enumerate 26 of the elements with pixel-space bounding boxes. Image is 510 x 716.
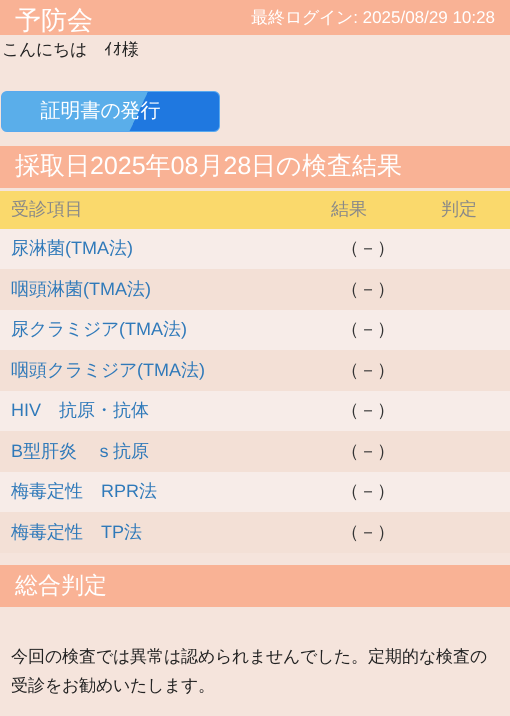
test-result: （－） bbox=[341, 358, 395, 382]
column-header: 結果 bbox=[331, 198, 368, 221]
test-result: （－） bbox=[341, 318, 395, 342]
summary-title: 総合判定 bbox=[15, 571, 107, 600]
test-item: 梅毒定性 RPR法 bbox=[11, 480, 158, 504]
test-item: 尿クラミジア(TMA法) bbox=[11, 318, 188, 342]
test-item: 咽頭クラミジア(TMA法) bbox=[11, 358, 206, 382]
test-result: （－） bbox=[341, 399, 395, 422]
test-result: （－） bbox=[341, 237, 395, 260]
test-item: 咽頭淋菌(TMA法) bbox=[11, 278, 152, 301]
column-header: 判定 bbox=[441, 198, 477, 221]
test-item: 梅毒定性 TP法 bbox=[11, 520, 144, 544]
test-item: HIV 抗原・抗体 bbox=[11, 399, 150, 422]
test-result: （－） bbox=[341, 440, 395, 463]
app-title: 予防会 bbox=[15, 5, 93, 35]
greeting-text: こんにちは ｲｵ様 bbox=[1, 39, 140, 61]
test-item: 尿淋菌(TMA法) bbox=[11, 237, 134, 260]
results-title: 採取日2025年08月28日の検査結果 bbox=[15, 150, 402, 182]
test-item: B型肝炎 ｓ抗原 bbox=[11, 440, 150, 463]
last-login: 最終ログイン: 2025/08/29 10:28 bbox=[251, 6, 495, 28]
summary-text: 今回の検査では異常は認められませんでした。定期的な検査の受診をお勧めいたします。 bbox=[10, 646, 488, 696]
test-result: （－） bbox=[341, 278, 395, 301]
test-result: （－） bbox=[341, 520, 395, 544]
test-result: （－） bbox=[341, 480, 395, 504]
certificate-button[interactable]: 証明書の発行 bbox=[1, 90, 220, 132]
column-header: 受診項目 bbox=[11, 198, 84, 221]
